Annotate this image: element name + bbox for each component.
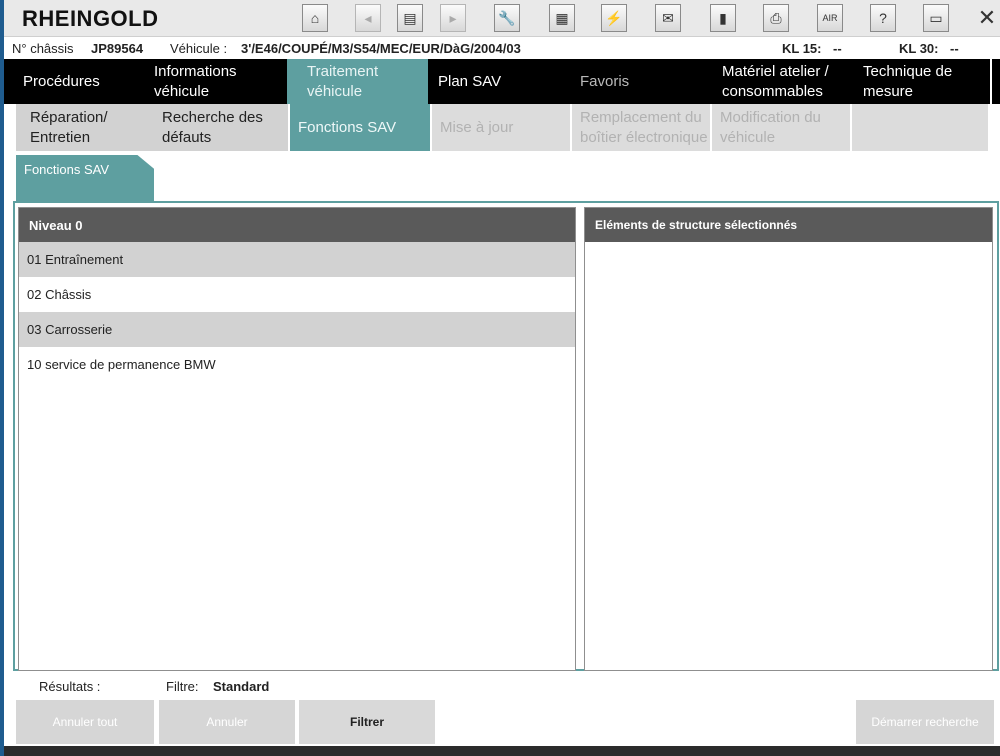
connection-icon[interactable]: ⚡ [601,4,627,32]
kl30-label: KL 30: [899,41,939,56]
wrench-icon[interactable]: 🔧 [494,4,520,32]
back-icon[interactable]: ◂ [355,4,381,32]
nav-divider [990,59,992,104]
results-label: Résultats : [39,679,101,694]
taskbar-strip [4,746,1000,756]
app-title: RHEINGOLD [22,6,159,31]
kl30-value: -- [950,41,959,56]
minimize-window-icon[interactable]: ▭ [923,4,949,32]
list-item[interactable]: 10 service de permanence BMW [19,347,575,382]
title-bar: RHEINGOLD ⌂ ◂ ▤ ▸ 🔧 ▦ ⚡ ✉ ▮ ⎙ AIR? ▭ ✕ [4,0,1000,37]
tab-sub-0[interactable]: Réparation/ Entretien [16,104,154,151]
sub-navigation: Réparation/ Entretien Recherche des défau… [4,104,1000,151]
tab-sub-6[interactable] [852,104,988,151]
level-0-header: Niveau 0 [19,208,575,242]
main-navigation: Procédures Informations véhicule Traitemen… [4,59,1000,104]
tab-main-1[interactable]: Informations véhicule [146,59,285,104]
start-search-button[interactable]: Démarrer recherche [856,700,994,744]
printer-icon[interactable]: ⎙ [763,4,789,32]
filter-button[interactable]: Filtrer [299,700,435,744]
air-search-icon[interactable]: AIR [817,4,843,32]
vehicle-value: 3'/E46/COUPÉ/M3/S54/MEC/EUR/DàG/2004/03 [241,41,521,56]
vehicle-info-bar: N° châssis JP89564 Véhicule : 3'/E46/COU… [4,37,1000,59]
chassis-label: N° châssis [12,41,74,56]
selected-elements-header: Eléments de structure sélectionnés [585,208,992,242]
filter-label: Filtre: [166,679,199,694]
selected-elements-panel: Eléments de structure sélectionnés [584,207,993,671]
kl15-label: KL 15: [782,41,822,56]
tab-sub-5[interactable]: Modification du véhicule [712,104,850,151]
tab-sub-3[interactable]: Mise à jour [432,104,570,151]
level-0-list: 01 Entraînement 02 Châssis 03 Carrosserie 1… [19,242,575,382]
chassis-value: JP89564 [91,41,144,56]
tab-sub-2[interactable]: Fonctions SAV [290,104,430,151]
list-item[interactable]: 01 Entraînement [19,242,575,277]
document-icon[interactable]: ▤ [397,4,423,32]
diagnostics-icon[interactable]: ▦ [549,4,575,32]
home-icon[interactable]: ⌂ [302,4,328,32]
list-item[interactable]: 02 Châssis [19,277,575,312]
close-icon[interactable]: ✕ [974,4,1000,32]
tab-main-6[interactable]: Technique de mesure [855,59,992,104]
vehicle-label: Véhicule : [170,41,228,56]
cancel-all-button[interactable]: Annuler tout [16,700,154,744]
level-0-panel: Niveau 0 01 Entraînement 02 Châssis 03 Car… [18,207,576,671]
rheingold-window: RHEINGOLD ⌂ ◂ ▤ ▸ 🔧 ▦ ⚡ ✉ ▮ ⎙ AIR? ▭ ✕ N° châssis J… [4,0,1000,756]
tab-main-4[interactable]: Favoris [572,59,712,104]
list-item[interactable]: 03 Carrosserie [19,312,575,347]
tab-sub-4[interactable]: Remplacement du boîtier électronique [572,104,710,151]
help-icon[interactable]: ? [870,4,896,32]
cancel-button[interactable]: Annuler [159,700,295,744]
tab-main-2[interactable]: Traitement véhicule [287,59,428,104]
filter-value: Standard [213,679,270,694]
kl15-value: -- [833,41,842,56]
battery-icon[interactable]: ▮ [710,4,736,32]
forward-icon[interactable]: ▸ [440,4,466,32]
tab-main-3[interactable]: Plan SAV [430,59,570,104]
tab-main-0[interactable]: Procédures [4,59,144,104]
tab-main-5[interactable]: Matériel atelier / consommables [714,59,853,104]
tab-fonctions-sav[interactable]: Fonctions SAV [16,155,154,201]
tab-sub-1[interactable]: Recherche des défauts [154,104,288,151]
mail-icon[interactable]: ✉ [655,4,681,32]
